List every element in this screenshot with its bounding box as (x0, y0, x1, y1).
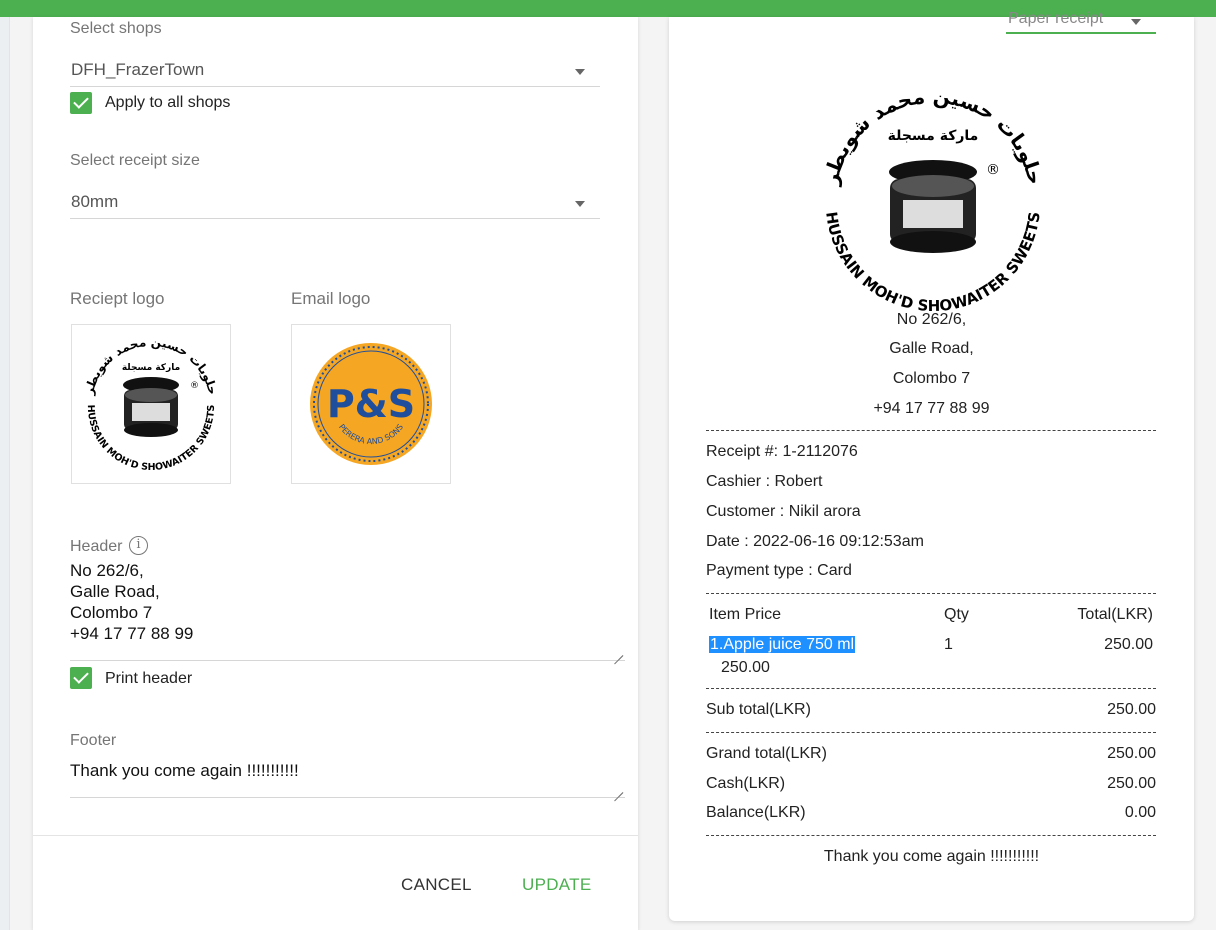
chevron-down-icon (1131, 19, 1141, 25)
receipt-number: Receipt #: 1-2112076 (706, 443, 858, 460)
column-header-qty: Qty (944, 606, 969, 623)
svg-text:ماركة مسجلة: ماركة مسجلة (122, 363, 180, 373)
select-shops-label: Select shops (70, 20, 162, 37)
receipt-payment-type: Payment type : Card (706, 562, 852, 579)
email-logo-label: Email logo (291, 289, 371, 308)
chevron-down-icon (575, 69, 585, 75)
svg-text:®: ® (986, 162, 1000, 178)
item-name-selected: 1.Apple juice 750 ml (709, 636, 856, 653)
svg-text:ماركة مسجلة: ماركة مسجلة (888, 128, 979, 144)
receipt-type-select[interactable]: Paper receipt (1006, 10, 1156, 34)
receipt-logo-upload[interactable]: حلويات حسين محمد شويطر ماركة مسجلة ® HUS… (71, 324, 231, 484)
svg-text:P&S: P&S (327, 382, 415, 426)
hussain-sweets-logo: حلويات حسين محمد شويطر ماركة مسجلة ® HUS… (82, 335, 220, 473)
header-textarea[interactable]: No 262/6, Galle Road, Colombo 7 +94 17 7… (70, 560, 625, 661)
receipt-footer: Thank you come again !!!!!!!!!!! (823, 848, 1040, 865)
receipt-address-line: No 262/6, (896, 311, 967, 328)
subtotal-label: Sub total(LKR) (706, 701, 811, 718)
receipt-divider (706, 688, 1156, 689)
receipt-divider (706, 835, 1156, 836)
receipt-customer: Customer : Nikil arora (706, 503, 861, 520)
grand-total-label: Grand total(LKR) (706, 745, 827, 762)
header-line: No 262/6, (70, 561, 144, 580)
header-label: Header (70, 538, 123, 555)
receipt-size-label: Select receipt size (70, 152, 200, 169)
cash-label: Cash(LKR) (706, 775, 786, 792)
item-qty: 1 (944, 636, 953, 653)
print-header-label: Print header (105, 670, 193, 687)
receipt-preview-card: Paper receipt حلويات حسين محمد شويطر مار… (669, 10, 1194, 921)
header-line: Colombo 7 (70, 603, 153, 622)
column-header-total: Total(LKR) (1077, 606, 1153, 623)
shop-select-value: DFH_FrazerTown (71, 60, 205, 79)
grand-total-value: 250.00 (1107, 745, 1156, 762)
column-header-item: Item Price (709, 606, 782, 623)
receipt-logo: حلويات حسين محمد شويطر ماركة مسجلة ® HUS… (818, 84, 1048, 314)
shop-select[interactable]: DFH_FrazerTown (70, 55, 600, 87)
item-total: 250.00 (1104, 636, 1153, 653)
receipt-cashier: Cashier : Robert (706, 473, 823, 490)
receipt-phone: +94 17 77 88 99 (873, 400, 990, 417)
footer-value: Thank you come again !!!!!!!!!!! (70, 761, 299, 780)
receipt-logo-label: Reciept logo (70, 289, 165, 308)
actions-divider (33, 835, 638, 836)
left-gutter (0, 17, 10, 930)
header-line: +94 17 77 88 99 (70, 624, 194, 643)
receipt-date: Date : 2022-06-16 09:12:53am (706, 533, 924, 550)
cash-value: 250.00 (1107, 775, 1156, 792)
chevron-down-icon (575, 201, 585, 207)
receipt-size-value: 80mm (71, 192, 119, 211)
perera-and-sons-logo: P&S PERERA AND SONS (310, 343, 432, 465)
update-button[interactable]: UPDATE (522, 875, 592, 895)
item-price: 250.00 (721, 659, 770, 676)
receipt-address-line: Galle Road, (889, 340, 974, 357)
footer-label: Footer (70, 732, 117, 749)
info-icon[interactable]: i (129, 536, 148, 555)
email-logo-upload[interactable]: P&S PERERA AND SONS (291, 324, 451, 484)
header-line: Galle Road, (70, 582, 160, 601)
balance-label: Balance(LKR) (706, 804, 806, 821)
receipt-divider (706, 430, 1156, 431)
receipt-address-line: Colombo 7 (892, 370, 971, 387)
print-header-checkbox[interactable] (70, 667, 92, 689)
resize-handle-icon[interactable] (614, 647, 623, 656)
cancel-button[interactable]: CANCEL (401, 875, 472, 895)
balance-value: 0.00 (1124, 804, 1156, 821)
footer-textarea[interactable]: Thank you come again !!!!!!!!!!! (70, 760, 625, 798)
apply-all-shops-label: Apply to all shops (105, 94, 231, 111)
receipt-divider (706, 593, 1156, 594)
receipt-settings-card: Select shops DFH_FrazerTown Apply to all… (33, 17, 638, 930)
subtotal-value: 250.00 (1107, 701, 1156, 718)
svg-text:®: ® (190, 381, 199, 391)
apply-all-shops-checkbox[interactable] (70, 92, 92, 114)
receipt-divider (706, 732, 1156, 733)
resize-handle-icon[interactable] (614, 784, 623, 793)
item-name: 1.Apple juice 750 ml (709, 636, 856, 654)
receipt-type-value: Paper receipt (1008, 10, 1104, 27)
receipt-size-select[interactable]: 80mm (70, 187, 600, 219)
